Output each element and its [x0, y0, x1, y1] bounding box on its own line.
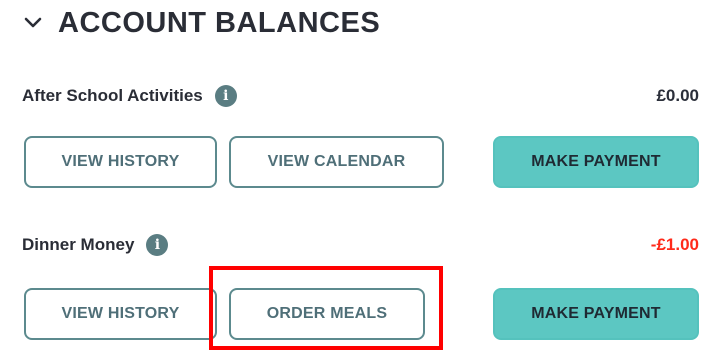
view-history-button[interactable]: VIEW HISTORY: [24, 288, 217, 340]
section-title: ACCOUNT BALANCES: [58, 6, 381, 39]
section-header[interactable]: ACCOUNT BALANCES: [20, 4, 380, 42]
info-icon[interactable]: i: [146, 234, 169, 256]
view-history-button[interactable]: VIEW HISTORY: [24, 136, 217, 188]
chevron-down-icon[interactable]: [20, 10, 46, 36]
account-name: After School Activities: [22, 86, 203, 105]
make-payment-button[interactable]: MAKE PAYMENT: [493, 136, 699, 188]
account-balance: -£1.00: [650, 235, 699, 254]
account-header: Dinner Money i: [22, 233, 169, 257]
info-icon[interactable]: i: [214, 85, 237, 107]
highlight-annotation-box: [209, 266, 443, 350]
account-name: Dinner Money: [22, 235, 135, 254]
account-balance: £0.00: [656, 86, 699, 105]
make-payment-button[interactable]: MAKE PAYMENT: [493, 288, 699, 340]
view-calendar-button[interactable]: VIEW CALENDAR: [229, 136, 444, 188]
account-header: After School Activities i: [22, 84, 237, 108]
